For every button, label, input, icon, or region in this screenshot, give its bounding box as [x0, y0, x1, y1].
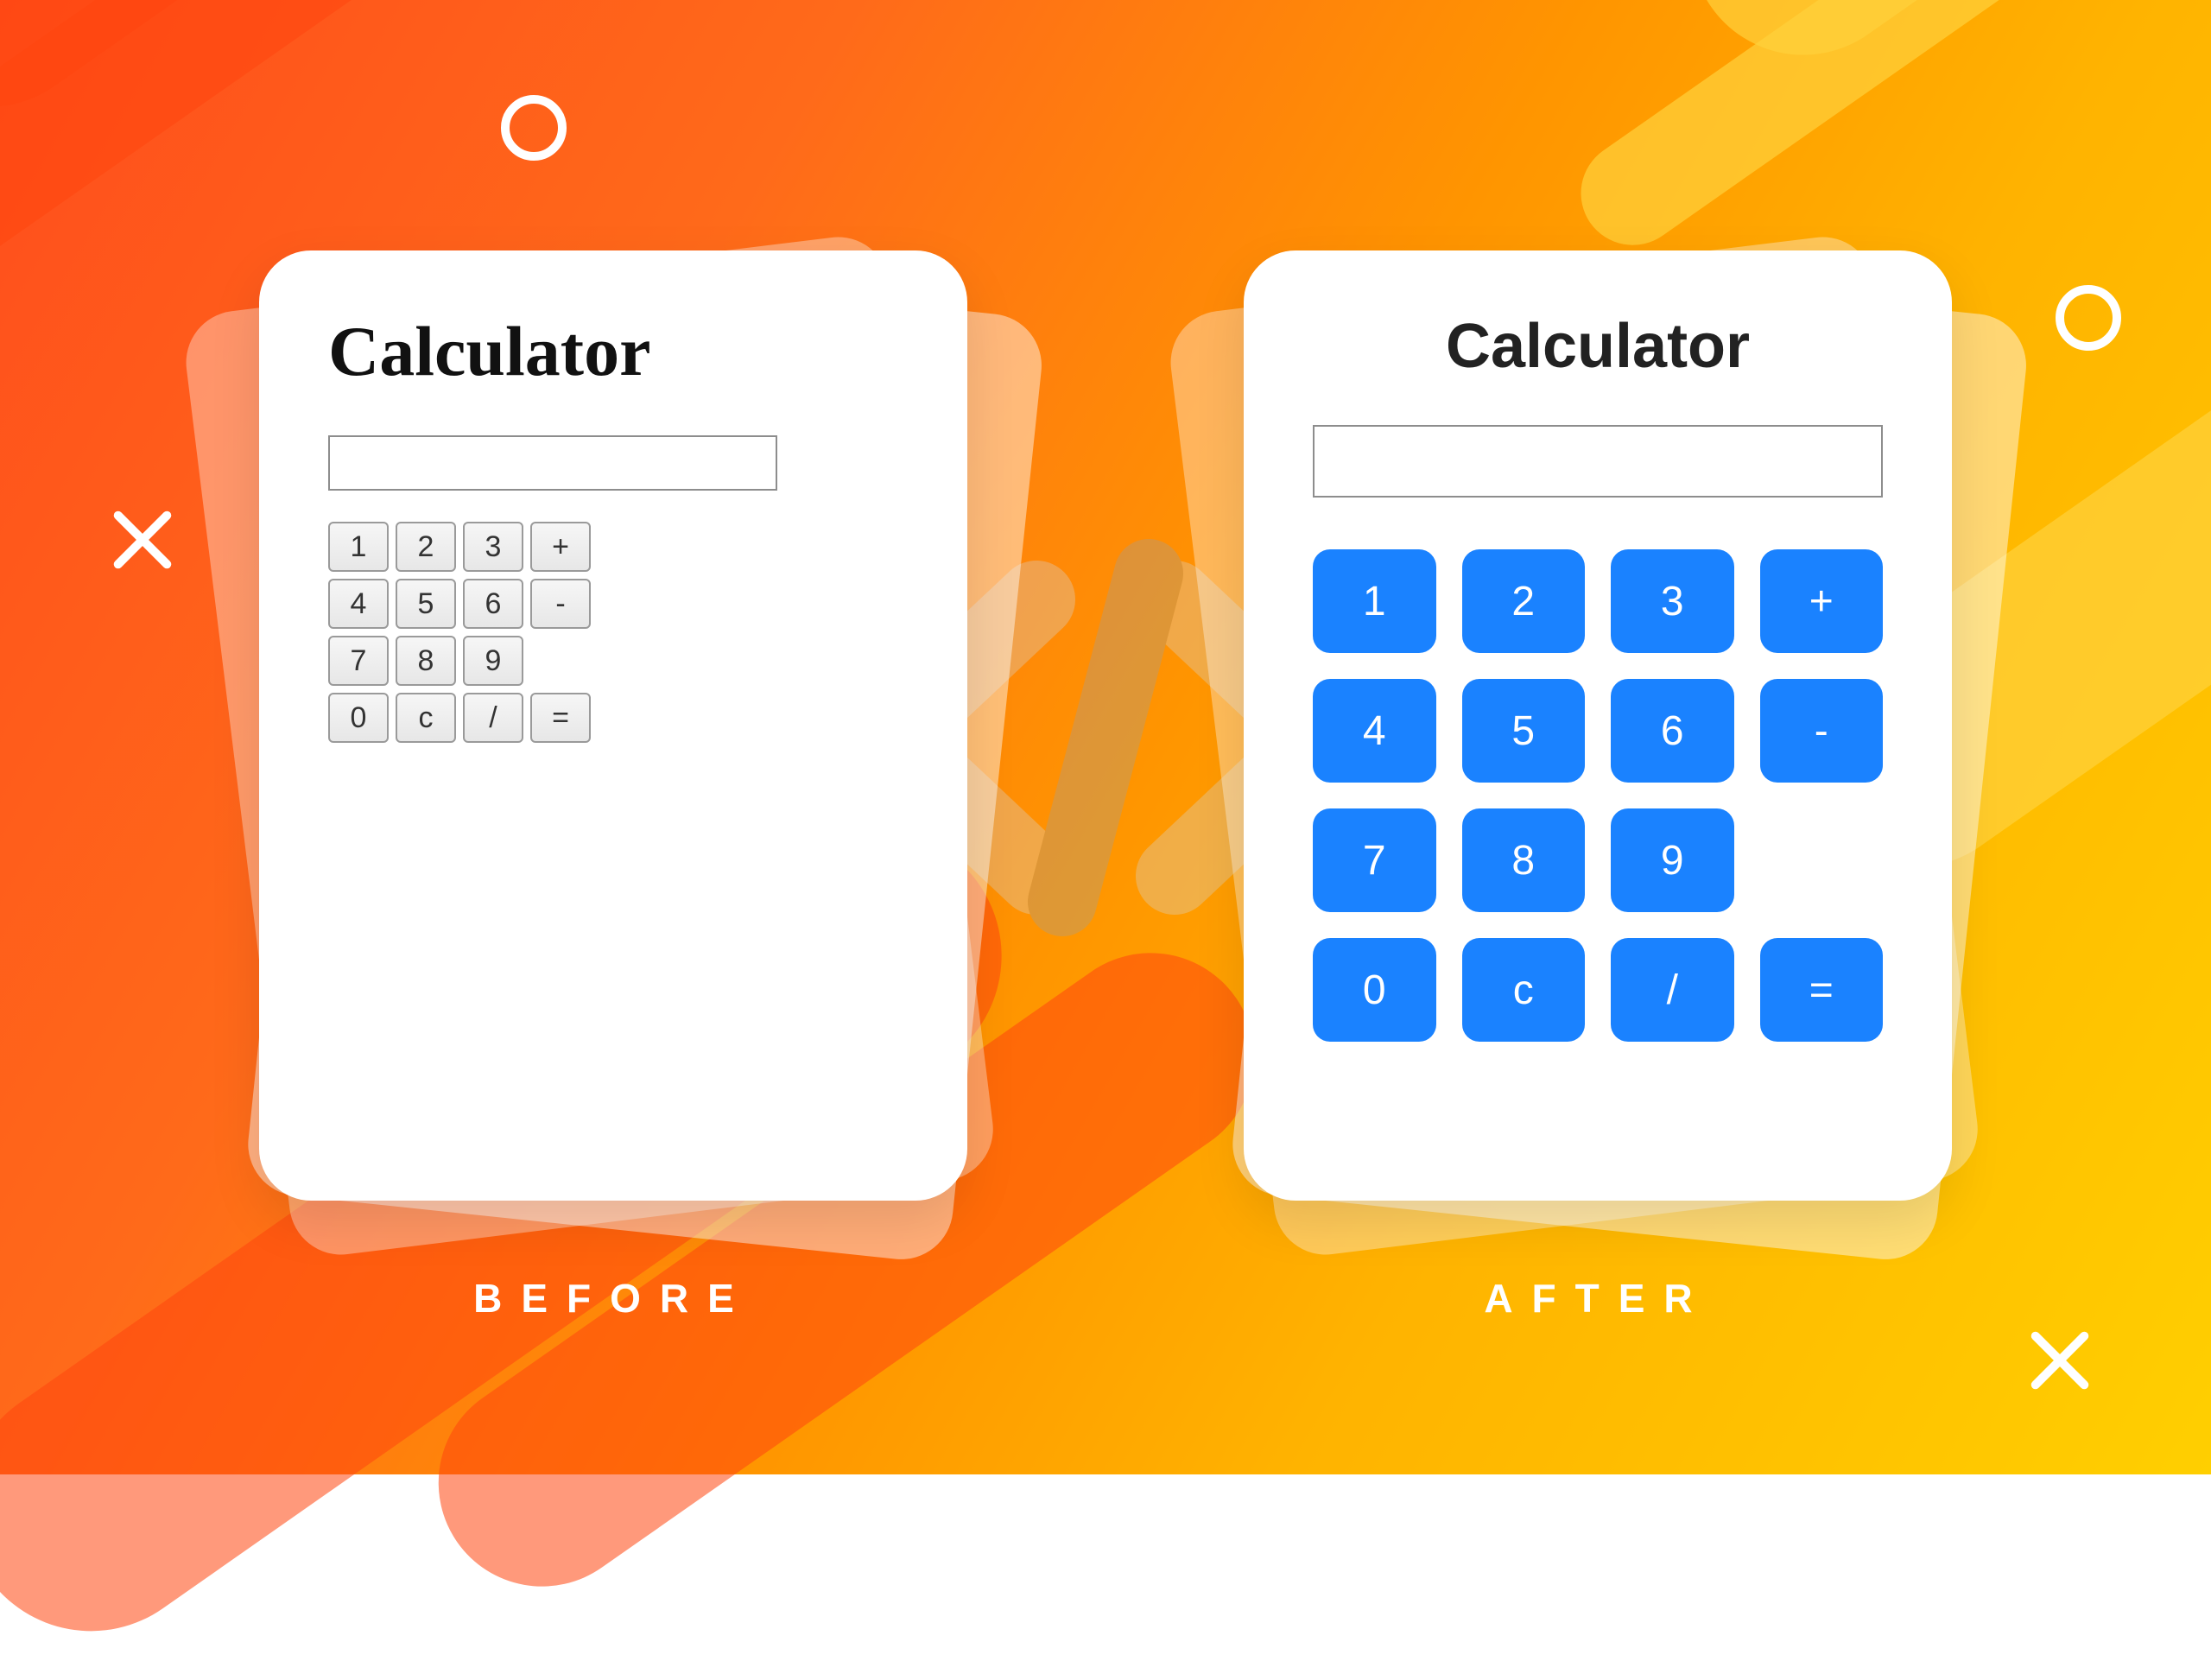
- key-5[interactable]: 5: [396, 579, 456, 629]
- calculator-display[interactable]: [328, 435, 777, 491]
- key-plus[interactable]: +: [530, 522, 591, 572]
- bg-pill: [1561, 0, 2211, 265]
- key-1[interactable]: 1: [1313, 549, 1436, 653]
- key-0[interactable]: 0: [1313, 938, 1436, 1042]
- comparison-graphic: Calculator 1 2 3 + 4 5 6 - 7 8 9 0 c / =: [0, 0, 2211, 1474]
- key-3[interactable]: 3: [1611, 549, 1734, 653]
- key-1[interactable]: 1: [328, 522, 389, 572]
- circle-icon: [2056, 285, 2121, 351]
- calculator-keypad: 1 2 3 + 4 5 6 - 7 8 9 0 c / =: [328, 522, 591, 743]
- key-equals[interactable]: =: [530, 693, 591, 743]
- key-6[interactable]: 6: [1611, 679, 1734, 783]
- calculator-title: Calculator: [1313, 311, 1883, 382]
- key-0[interactable]: 0: [328, 693, 389, 743]
- key-clear[interactable]: c: [1462, 938, 1586, 1042]
- before-card-stack: Calculator 1 2 3 + 4 5 6 - 7 8 9 0 c / =: [259, 250, 967, 1201]
- key-equals[interactable]: =: [1760, 938, 1884, 1042]
- x-icon: [2030, 1330, 2090, 1391]
- key-plus[interactable]: +: [1760, 549, 1884, 653]
- key-9[interactable]: 9: [463, 636, 523, 686]
- key-4[interactable]: 4: [1313, 679, 1436, 783]
- key-3[interactable]: 3: [463, 522, 523, 572]
- key-6[interactable]: 6: [463, 579, 523, 629]
- key-7[interactable]: 7: [328, 636, 389, 686]
- key-minus[interactable]: -: [530, 579, 591, 629]
- key-4[interactable]: 4: [328, 579, 389, 629]
- calculator-keypad: 1 2 3 + 4 5 6 - 7 8 9 0 c / =: [1313, 549, 1883, 1042]
- key-divide[interactable]: /: [463, 693, 523, 743]
- key-2[interactable]: 2: [1462, 549, 1586, 653]
- key-8[interactable]: 8: [396, 636, 456, 686]
- circle-icon: [501, 95, 567, 161]
- after-card: Calculator 1 2 3 + 4 5 6 - 7 8 9 0 c / =: [1244, 250, 1952, 1201]
- after-card-stack: Calculator 1 2 3 + 4 5 6 - 7 8 9 0 c / =: [1244, 250, 1952, 1201]
- calculator-display[interactable]: [1313, 425, 1883, 498]
- key-7[interactable]: 7: [1313, 808, 1436, 912]
- after-label: AFTER: [1484, 1275, 1711, 1322]
- key-5[interactable]: 5: [1462, 679, 1586, 783]
- calculator-title: Calculator: [328, 311, 898, 392]
- key-2[interactable]: 2: [396, 522, 456, 572]
- key-minus[interactable]: -: [1760, 679, 1884, 783]
- before-label: BEFORE: [473, 1275, 753, 1322]
- key-8[interactable]: 8: [1462, 808, 1586, 912]
- x-icon: [112, 510, 173, 570]
- key-clear[interactable]: c: [396, 693, 456, 743]
- before-card: Calculator 1 2 3 + 4 5 6 - 7 8 9 0 c / =: [259, 250, 967, 1201]
- key-divide[interactable]: /: [1611, 938, 1734, 1042]
- key-9[interactable]: 9: [1611, 808, 1734, 912]
